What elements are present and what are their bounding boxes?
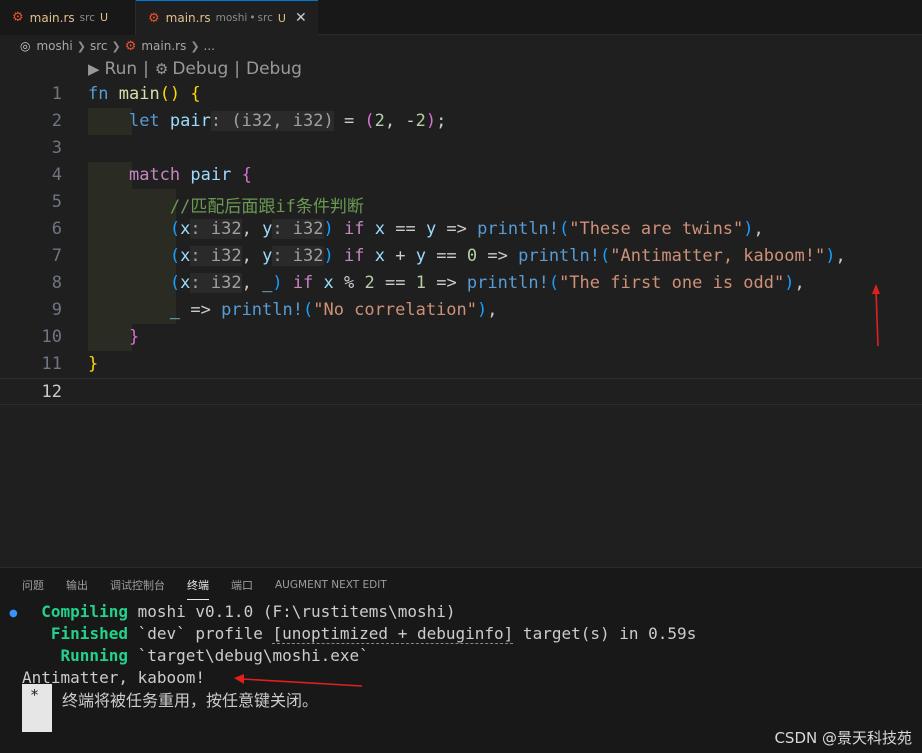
line-number: 3	[51, 138, 62, 158]
terminal-reuse-message: 终端将被任务重用，按任意键关闭。	[62, 691, 319, 710]
code-line[interactable]: 4 match pair {	[0, 162, 922, 189]
terminal-star: *	[30, 686, 40, 704]
breadcrumb-item-main-rs[interactable]: main.rs	[141, 39, 186, 53]
crate-icon: ◎	[20, 39, 31, 53]
code-text: (x: i32, _) if x % 2 == 1 => println!("T…	[169, 273, 805, 293]
code-text: }	[88, 354, 99, 374]
tab-problems[interactable]: 问题	[22, 571, 44, 599]
chevron-right-icon: ❯	[76, 39, 86, 53]
line-number: 1	[51, 84, 62, 104]
tab-debug-console[interactable]: 调试控制台	[110, 571, 165, 599]
code-line[interactable]: 3	[0, 135, 922, 162]
line-number: 11	[41, 354, 62, 374]
tab-main-rs-moshi-active[interactable]: ⚙ main.rs moshi • src U ✕	[136, 0, 318, 35]
string-literal: "No correlation"	[313, 300, 477, 320]
terminal-status-dot-icon: ●	[9, 608, 18, 619]
terminal-line-compiling: Compiling moshi v0.1.0 (F:\rustitems\mos…	[41, 602, 456, 621]
tab-output[interactable]: 输出	[66, 571, 88, 599]
code-text: }	[128, 327, 140, 347]
tab-ports[interactable]: 端口	[231, 571, 253, 599]
codelens-run[interactable]: Run	[105, 59, 138, 79]
line-number: 4	[51, 165, 62, 185]
line-number: 6	[51, 219, 62, 239]
tab-terminal[interactable]: 终端	[187, 571, 209, 600]
code-text: //匹配后面跟if条件判断	[88, 192, 364, 217]
line-number: 10	[41, 327, 62, 347]
tab-augment-next-edit[interactable]: AUGMENT NEXT EDIT	[275, 573, 387, 597]
tab-folder: moshi	[215, 12, 248, 24]
terminal-line-running: Running `target\debug\moshi.exe`	[60, 646, 369, 665]
code-line[interactable]: 10 }	[0, 324, 922, 351]
breadcrumb-item-moshi[interactable]: moshi	[36, 39, 72, 53]
code-line[interactable]: 7 (x: i32, y: i32) if x + y == 0 => prin…	[0, 243, 922, 270]
code-text: let pair: (i32, i32) = (2, -2);	[128, 111, 447, 131]
chevron-right-icon: ❯	[111, 39, 121, 53]
line-number: 8	[51, 273, 62, 293]
code-comment: //匹配后面跟if条件判断	[169, 197, 364, 217]
code-editor[interactable]: ▶ Run | ⚙ Debug | Debug 1 fn main() { 2 …	[0, 57, 922, 567]
bottom-panel: 问题 输出 调试控制台 终端 端口 AUGMENT NEXT EDIT ● Co…	[0, 567, 922, 753]
watermark: CSDN @景天科技苑	[774, 729, 912, 747]
terminal-cursor-block: *	[22, 684, 52, 732]
codelens-debug[interactable]: Debug	[172, 59, 228, 79]
tab-git-status: U	[277, 11, 286, 25]
code-line[interactable]: 11 }	[0, 351, 922, 378]
line-number: 7	[51, 246, 62, 266]
tab-desc-separator: •	[249, 12, 256, 24]
gear-icon: ⚙	[154, 60, 169, 78]
tab-subfolder: src	[257, 12, 273, 24]
tab-git-status: U	[99, 11, 109, 24]
string-literal: "The first one is odd"	[559, 273, 785, 293]
tab-filename: main.rs	[165, 11, 211, 25]
code-line[interactable]: 9 _ => println!("No correlation"),	[0, 297, 922, 324]
code-line[interactable]: 1 fn main() {	[0, 81, 922, 108]
panel-tab-bar: 问题 输出 调试控制台 终端 端口 AUGMENT NEXT EDIT	[0, 568, 409, 602]
tab-main-rs-src[interactable]: ⚙ main.rs src U	[0, 0, 136, 35]
play-icon: ▶	[88, 60, 100, 78]
tab-filename: main.rs	[29, 10, 75, 25]
codelens: ▶ Run | ⚙ Debug | Debug	[88, 57, 302, 81]
code-text: match pair {	[128, 165, 252, 185]
code-text: (x: i32, y: i32) if x == y => println!("…	[169, 219, 764, 239]
editor-tab-bar: ⚙ main.rs src U ⚙ main.rs moshi • src U …	[0, 0, 922, 35]
rust-file-icon: ⚙	[148, 10, 160, 26]
line-number: 12	[41, 382, 62, 402]
tab-folder: src	[79, 11, 95, 24]
line-number: 9	[51, 300, 62, 320]
line-number: 2	[51, 111, 62, 131]
string-literal: "These are twins"	[569, 219, 744, 239]
code-line[interactable]: 5 //匹配后面跟if条件判断	[0, 189, 922, 217]
codelens-separator: |	[143, 59, 149, 79]
breadcrumb: ◎ moshi ❯ src ❯ ⚙ main.rs ❯ ...	[0, 35, 922, 57]
chevron-right-icon: ❯	[190, 39, 200, 53]
line-number: 5	[51, 192, 62, 212]
string-literal: "Antimatter, kaboom!"	[610, 246, 826, 266]
close-icon[interactable]: ✕	[295, 10, 307, 26]
code-line[interactable]: 8 (x: i32, _) if x % 2 == 1 => println!(…	[0, 270, 922, 297]
code-line[interactable]: 2 let pair: (i32, i32) = (2, -2);	[0, 108, 922, 135]
code-line[interactable]: 6 (x: i32, y: i32) if x == y => println!…	[0, 216, 922, 243]
rust-file-icon: ⚙	[12, 10, 24, 25]
codelens-debug-2[interactable]: Debug	[246, 59, 302, 79]
code-text: fn main() {	[88, 84, 201, 104]
code-text: _ => println!("No correlation"),	[169, 300, 498, 320]
codelens-separator: |	[234, 59, 240, 79]
rust-file-icon: ⚙	[124, 38, 137, 54]
breadcrumb-item-src[interactable]: src	[90, 39, 108, 53]
terminal-line-finished: Finished `dev` profile [unoptimized + de…	[50, 624, 697, 644]
code-text: (x: i32, y: i32) if x + y == 0 => printl…	[169, 246, 846, 266]
code-line-current[interactable]: 12	[0, 378, 922, 405]
breadcrumb-item-symbols[interactable]: ...	[204, 39, 215, 53]
